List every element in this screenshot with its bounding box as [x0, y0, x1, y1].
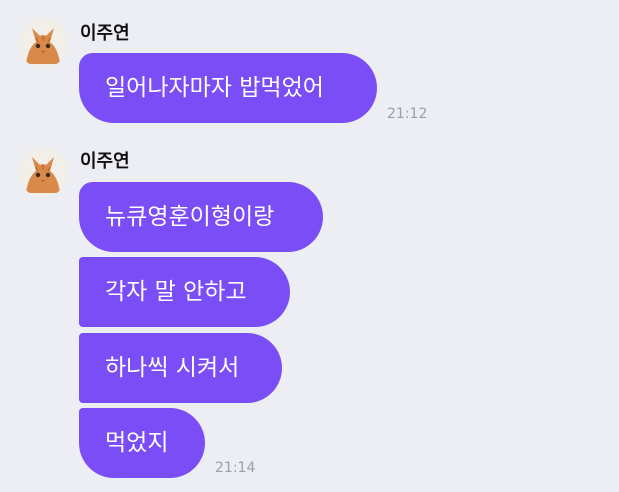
- sender-name: 이주연: [80, 23, 130, 44]
- cat-avatar-icon[interactable]: [18, 18, 68, 68]
- message-time: 21:12: [387, 106, 428, 122]
- message-text: 각자 말 안하고: [105, 279, 247, 305]
- message-text: 일어나자마자 밥먹었어: [105, 75, 324, 101]
- message-bubble[interactable]: 일어나자마자 밥먹었어: [79, 53, 377, 123]
- message-time: 21:14: [215, 460, 256, 476]
- message-bubble[interactable]: 하나씩 시켜서: [79, 333, 282, 403]
- message-text: 뉴큐영훈이형이랑: [105, 204, 275, 230]
- message-text: 먹었지: [105, 430, 169, 456]
- sender-name: 이주연: [80, 151, 130, 172]
- cat-avatar-icon[interactable]: [18, 147, 68, 197]
- message-bubble[interactable]: 각자 말 안하고: [79, 257, 290, 327]
- message-bubble[interactable]: 뉴큐영훈이형이랑: [79, 182, 323, 252]
- message-bubble[interactable]: 먹었지: [79, 408, 205, 478]
- message-text: 하나씩 시켜서: [105, 355, 240, 381]
